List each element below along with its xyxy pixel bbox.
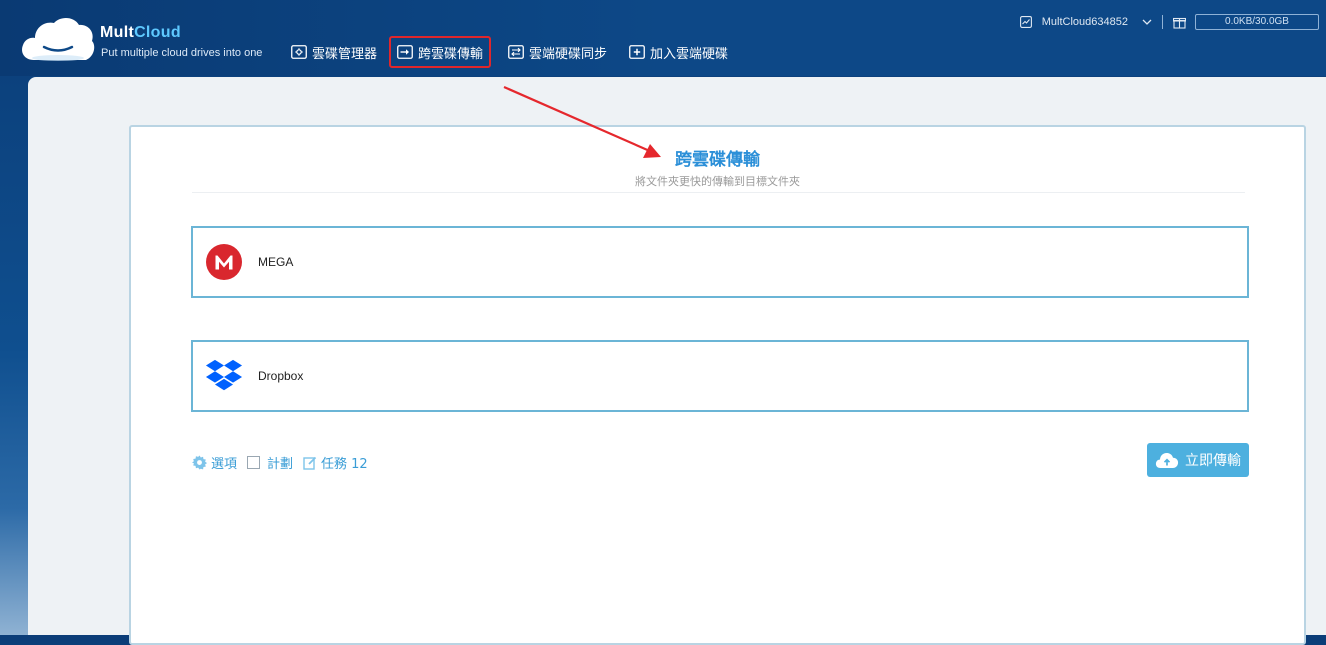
brand-name: MultCloud (100, 24, 181, 42)
tasks-link[interactable]: 任務 12 (303, 453, 368, 472)
nav-add-cloud[interactable]: 加入雲端硬碟 (629, 38, 728, 66)
transfer-now-label: 立即傳輸 (1185, 453, 1241, 469)
nav-cloud-transfer[interactable]: 跨雲碟傳輸 (389, 36, 492, 68)
sync-icon (508, 45, 524, 59)
multcloud-logo-icon[interactable] (20, 14, 96, 64)
nav-add-cloud-label: 加入雲端硬碟 (650, 46, 729, 62)
target-drive-name: Dropbox (258, 369, 304, 383)
brand-tagline: Put multiple cloud drives into one (101, 47, 263, 59)
gear-icon (291, 45, 307, 59)
nav-cloud-transfer-label: 跨雲碟傳輸 (418, 46, 484, 62)
add-icon (629, 45, 645, 59)
chevron-down-icon[interactable] (1142, 19, 1152, 26)
transfer-now-button[interactable]: 立即傳輸 (1147, 443, 1249, 477)
options-bar: 選項 計劃 任務 12 (192, 453, 378, 472)
chart-icon[interactable] (1019, 16, 1032, 28)
options-button[interactable]: 選項 (192, 453, 237, 472)
gear-icon (192, 455, 207, 470)
brand-suffix: Cloud (134, 24, 181, 41)
transfer-icon (397, 45, 413, 59)
brand-prefix: Mult (100, 24, 135, 41)
card-title: 跨雲碟傳輸 (675, 150, 760, 170)
target-drive-box[interactable]: Dropbox (191, 340, 1249, 412)
gift-icon[interactable] (1173, 16, 1186, 29)
mega-icon (205, 243, 243, 281)
nav-cloud-sync-label: 雲端硬碟同步 (529, 46, 608, 62)
cloud-upload-icon (1155, 452, 1179, 468)
options-label: 選項 (211, 457, 238, 472)
edit-icon (303, 456, 317, 470)
schedule-label: 計劃 (267, 457, 294, 472)
card-subtitle: 將文件夾更快的傳輸到目標文件夾 (635, 175, 800, 188)
source-drive-box[interactable]: MEGA (191, 226, 1249, 298)
top-bar: MultCloud Put multiple cloud drives into… (0, 0, 1326, 76)
username[interactable]: MultCloud634852 (1042, 16, 1128, 28)
nav-cloud-manager[interactable]: 雲碟管理器 (291, 38, 377, 66)
main-panel: 跨雲碟傳輸 將文件夾更快的傳輸到目標文件夾 MEGA Dropbox 選項 計劃 (28, 77, 1326, 645)
source-drive-name: MEGA (258, 255, 294, 269)
card-divider (192, 192, 1245, 193)
schedule-checkbox[interactable] (247, 456, 261, 469)
storage-usage: 0.0KB/30.0GB (1195, 14, 1319, 30)
transfer-card: 跨雲碟傳輸 將文件夾更快的傳輸到目標文件夾 MEGA Dropbox 選項 計劃 (129, 125, 1306, 645)
dropbox-icon (205, 357, 243, 395)
tasks-label: 任務 12 (321, 457, 368, 472)
nav-cloud-sync[interactable]: 雲端硬碟同步 (508, 38, 607, 66)
user-area: MultCloud634852 0.0KB/30.0GB (1019, 12, 1326, 32)
schedule-option[interactable]: 計劃 (247, 453, 293, 472)
header-divider (1162, 15, 1163, 29)
nav-cloud-manager-label: 雲碟管理器 (312, 46, 378, 62)
